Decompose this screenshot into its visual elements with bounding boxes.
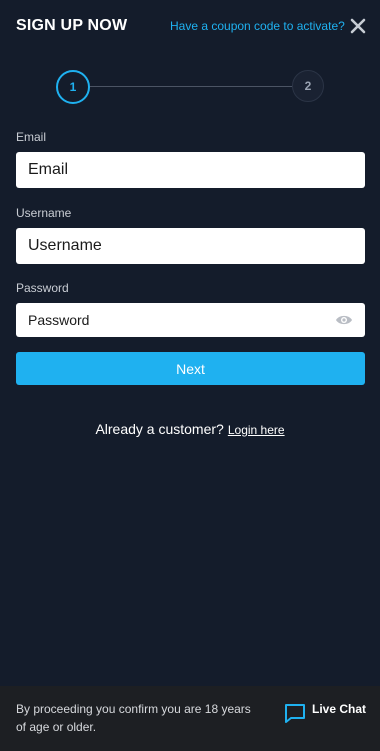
close-icon[interactable] — [350, 18, 366, 34]
age-disclaimer: By proceeding you confirm you are 18 yea… — [16, 702, 251, 734]
login-link[interactable]: Login here — [228, 423, 285, 437]
signup-header: SIGN UP NOW Have a coupon code to activa… — [0, 0, 380, 54]
login-prompt-text: Already a customer? — [95, 421, 224, 437]
username-field[interactable]: Username — [16, 228, 365, 264]
username-label: Username — [16, 206, 72, 220]
email-field[interactable]: Email — [16, 152, 365, 188]
step-2-indicator: 2 — [292, 70, 324, 102]
signup-stepper: 1 2 — [56, 70, 324, 104]
step-1-indicator: 1 — [56, 70, 90, 104]
password-field[interactable]: Password — [16, 303, 365, 337]
footer-bar: By proceeding you confirm you are 18 yea… — [0, 686, 380, 751]
eye-icon[interactable] — [335, 314, 353, 326]
chat-bubble-icon[interactable] — [284, 702, 306, 724]
next-button[interactable]: Next — [16, 352, 365, 385]
login-prompt: Already a customer? Login here — [0, 421, 380, 437]
stepper-connector — [90, 86, 292, 87]
live-chat-button[interactable]: Live Chat — [312, 702, 366, 716]
password-label: Password — [16, 281, 69, 295]
password-placeholder: Password — [28, 312, 90, 328]
page-title: SIGN UP NOW — [16, 17, 128, 34]
email-placeholder: Email — [28, 161, 69, 178]
username-placeholder: Username — [28, 237, 102, 254]
coupon-code-link[interactable]: Have a coupon code to activate? — [170, 19, 345, 33]
email-label: Email — [16, 130, 47, 144]
